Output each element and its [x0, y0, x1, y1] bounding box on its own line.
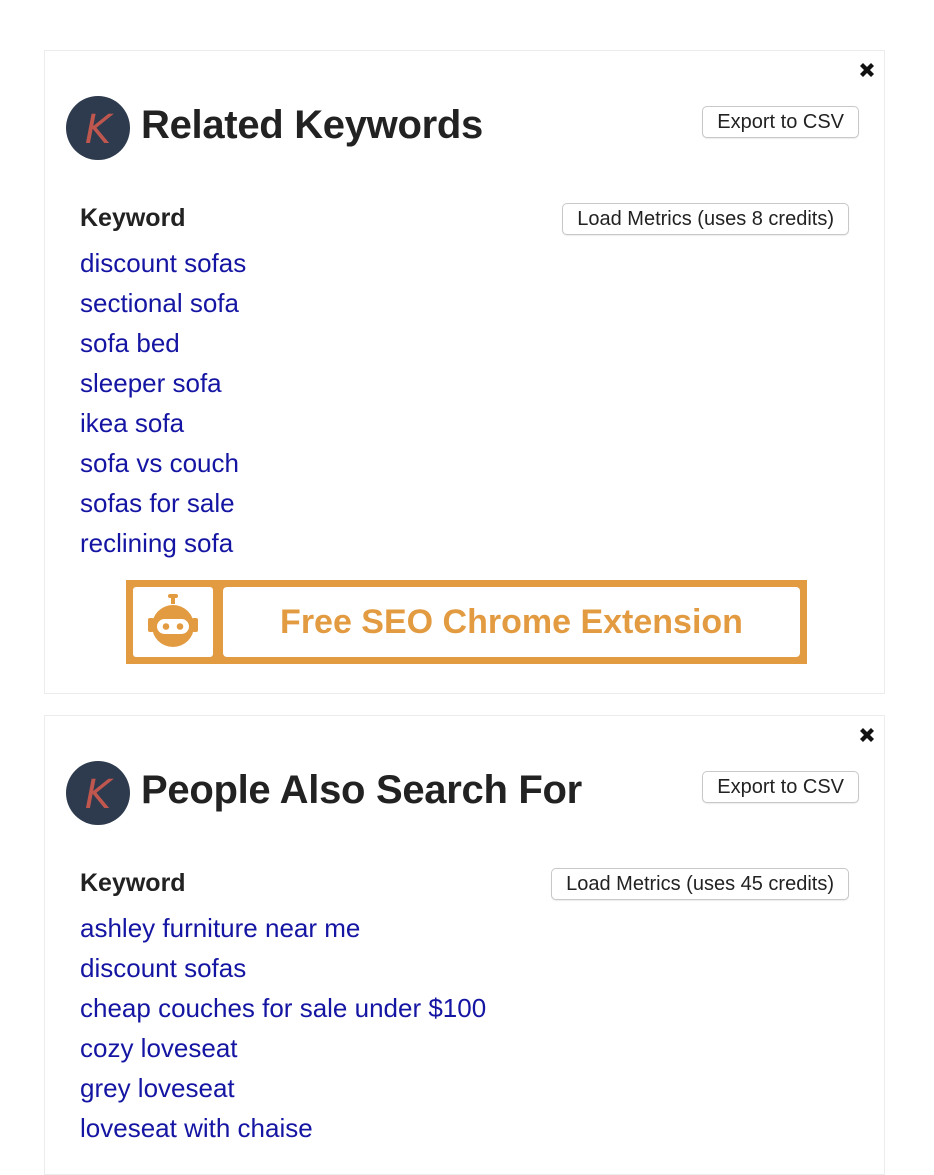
list-item: discount sofas [80, 243, 246, 283]
list-item: sleeper sofa [80, 363, 246, 403]
list-item: ikea sofa [80, 403, 246, 443]
close-button[interactable] [856, 59, 878, 81]
promo-icon-box [133, 587, 213, 657]
keyword-link[interactable]: grey loveseat [80, 1073, 235, 1103]
keywords-everywhere-logo: K [66, 96, 130, 160]
list-item: reclining sofa [80, 523, 246, 563]
keyword-column-header: Keyword [80, 869, 186, 897]
load-metrics-button[interactable]: Load Metrics (uses 8 credits) [562, 203, 849, 235]
panel-title: People Also Search For [141, 768, 582, 812]
close-x-icon [860, 63, 874, 77]
keyword-link[interactable]: sectional sofa [80, 288, 239, 318]
keyword-link[interactable]: loveseat with chaise [80, 1113, 313, 1143]
keyword-link[interactable]: discount sofas [80, 953, 246, 983]
keyword-link[interactable]: discount sofas [80, 248, 246, 278]
keyword-link[interactable]: sleeper sofa [80, 368, 222, 398]
list-item: sofa bed [80, 323, 246, 363]
list-item: sofa vs couch [80, 443, 246, 483]
related-keywords-panel: K Related Keywords Export to CSV Keyword… [44, 50, 885, 694]
export-to-csv-button[interactable]: Export to CSV [702, 106, 859, 138]
load-metrics-button[interactable]: Load Metrics (uses 45 credits) [551, 868, 849, 900]
list-item: sectional sofa [80, 283, 246, 323]
keyword-link[interactable]: ashley furniture near me [80, 913, 360, 943]
list-item: loveseat with chaise [80, 1108, 486, 1148]
close-x-icon [860, 728, 874, 742]
keywords-everywhere-logo: K [66, 761, 130, 825]
keyword-list: discount sofas sectional sofa sofa bed s… [80, 243, 246, 563]
robot-icon [148, 594, 198, 647]
list-item: sofas for sale [80, 483, 246, 523]
keyword-list: ashley furniture near me discount sofas … [80, 908, 486, 1148]
keyword-link[interactable]: reclining sofa [80, 528, 233, 558]
keyword-column-header: Keyword [80, 204, 186, 232]
promo-text: Free SEO Chrome Extension [223, 587, 800, 657]
list-item: discount sofas [80, 948, 486, 988]
list-item: grey loveseat [80, 1068, 486, 1108]
close-button[interactable] [856, 724, 878, 746]
free-seo-chrome-extension-banner[interactable]: Free SEO Chrome Extension [126, 580, 807, 664]
keyword-link[interactable]: sofa vs couch [80, 448, 239, 478]
list-item: ashley furniture near me [80, 908, 486, 948]
export-to-csv-button[interactable]: Export to CSV [702, 771, 859, 803]
list-item: cheap couches for sale under $100 [80, 988, 486, 1028]
keyword-link[interactable]: cheap couches for sale under $100 [80, 993, 486, 1023]
panel-title: Related Keywords [141, 103, 483, 147]
people-also-search-for-panel: K People Also Search For Export to CSV K… [44, 715, 885, 1175]
keyword-link[interactable]: cozy loveseat [80, 1033, 238, 1063]
logo-letter: K [85, 107, 114, 153]
keyword-link[interactable]: sofas for sale [80, 488, 235, 518]
logo-letter: K [85, 772, 114, 818]
keyword-link[interactable]: sofa bed [80, 328, 180, 358]
list-item: cozy loveseat [80, 1028, 486, 1068]
keyword-link[interactable]: ikea sofa [80, 408, 184, 438]
